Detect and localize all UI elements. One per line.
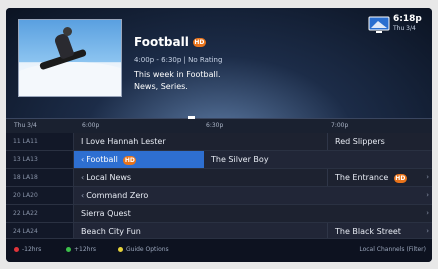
- clock-date: Thu 3/4: [393, 25, 416, 32]
- guide-options-button[interactable]: Guide Options: [118, 246, 169, 253]
- forward-12hrs-button[interactable]: +12hrs: [66, 246, 96, 253]
- program-description-line2: News, Series.: [134, 82, 188, 91]
- program-name: The Silver Boy: [211, 155, 269, 164]
- program-cell[interactable]: I Love Hannah Lester: [74, 133, 327, 150]
- channel-label[interactable]: 11 LA11: [6, 133, 74, 150]
- channel-label[interactable]: 22 LA22: [6, 205, 74, 222]
- timeline-date: Thu 3/4: [14, 122, 37, 129]
- timeline-slot-3: 7:00p: [331, 122, 349, 129]
- timeline-slot-1: 6:00p: [82, 122, 100, 129]
- back-12hrs-button[interactable]: -12hrs: [14, 246, 41, 253]
- guide-options-label: Guide Options: [126, 246, 169, 253]
- guide-footer: -12hrs +12hrs Guide Options Local Channe…: [6, 238, 432, 262]
- program-description: This week in Football. News, Series.: [134, 69, 294, 93]
- program-info-panel: Football HD 4:00p - 6:30p | No Rating Th…: [6, 8, 432, 118]
- tv-icon: [368, 16, 390, 33]
- guide-row: 20 LA20 ‹ Command Zero ›: [6, 187, 432, 205]
- program-name: Local News: [86, 173, 132, 182]
- program-title: Football: [134, 35, 189, 49]
- program-cell[interactable]: Red Slippers: [328, 133, 432, 150]
- program-cell[interactable]: ‹ Local News: [74, 169, 327, 186]
- program-name: Football: [86, 155, 118, 164]
- continues-left-icon: ‹: [81, 191, 85, 200]
- program-title-row: Football HD: [134, 35, 206, 49]
- clock-time: 6:18p: [393, 14, 422, 24]
- program-cell[interactable]: Sierra Quest: [74, 205, 432, 222]
- program-name: I Love Hannah Lester: [81, 137, 166, 146]
- program-cell-selected[interactable]: ‹ Football HD: [74, 151, 204, 168]
- snow-hill: [19, 62, 121, 96]
- program-name: The Entrance: [335, 173, 389, 182]
- snowboarder-head: [63, 27, 72, 36]
- forward-12hrs-label: +12hrs: [74, 246, 97, 253]
- timeline-header: Thu 3/4 6:00p 6:30p 7:00p: [6, 116, 432, 133]
- red-dot-icon: [14, 247, 19, 252]
- program-name: Red Slippers: [335, 137, 385, 146]
- guide-grid: 11 LA11 I Love Hannah Lester Red Slipper…: [6, 133, 432, 241]
- program-cell[interactable]: ‹ Command Zero: [74, 187, 432, 204]
- program-cell[interactable]: The Silver Boy: [204, 151, 432, 168]
- program-name: Command Zero: [86, 191, 149, 200]
- channel-label[interactable]: 13 LA13: [6, 151, 74, 168]
- program-name: Sierra Quest: [81, 209, 131, 218]
- tv-guide-screen: Football HD 4:00p - 6:30p | No Rating Th…: [6, 8, 432, 262]
- guide-row: 22 LA22 Sierra Quest ›: [6, 205, 432, 223]
- program-thumbnail: [18, 19, 122, 97]
- continues-left-icon: ‹: [81, 173, 85, 182]
- program-meta: 4:00p - 6:30p | No Rating: [134, 56, 223, 64]
- green-dot-icon: [66, 247, 71, 252]
- continues-left-icon: ‹: [81, 155, 85, 164]
- program-name: Beach City Fun: [81, 227, 141, 236]
- channel-label[interactable]: 18 LA18: [6, 169, 74, 186]
- continues-right-icon: ›: [426, 191, 429, 199]
- guide-row: 18 LA18 ‹ Local News The Entrance HD ›: [6, 169, 432, 187]
- hd-badge-icon: HD: [123, 156, 137, 165]
- snowboarder: [53, 32, 75, 60]
- continues-right-icon: ›: [426, 209, 429, 217]
- guide-row: 11 LA11 I Love Hannah Lester Red Slipper…: [6, 133, 432, 151]
- channel-filter[interactable]: Local Channels (Filter): [359, 246, 426, 253]
- guide-row: 13 LA13 ‹ Football HD The Silver Boy: [6, 151, 432, 169]
- continues-right-icon: ›: [426, 173, 429, 181]
- program-description-line1: This week in Football.: [134, 70, 221, 79]
- current-time-marker: [188, 116, 195, 119]
- back-12hrs-label: -12hrs: [22, 246, 42, 253]
- hd-badge-icon: HD: [192, 37, 206, 47]
- program-name: The Black Street: [335, 227, 401, 236]
- channel-label[interactable]: 20 LA20: [6, 187, 74, 204]
- timeline-slot-2: 6:30p: [206, 122, 224, 129]
- program-cell[interactable]: The Entrance HD: [328, 169, 432, 186]
- yellow-dot-icon: [118, 247, 123, 252]
- hd-badge-icon: HD: [393, 174, 407, 183]
